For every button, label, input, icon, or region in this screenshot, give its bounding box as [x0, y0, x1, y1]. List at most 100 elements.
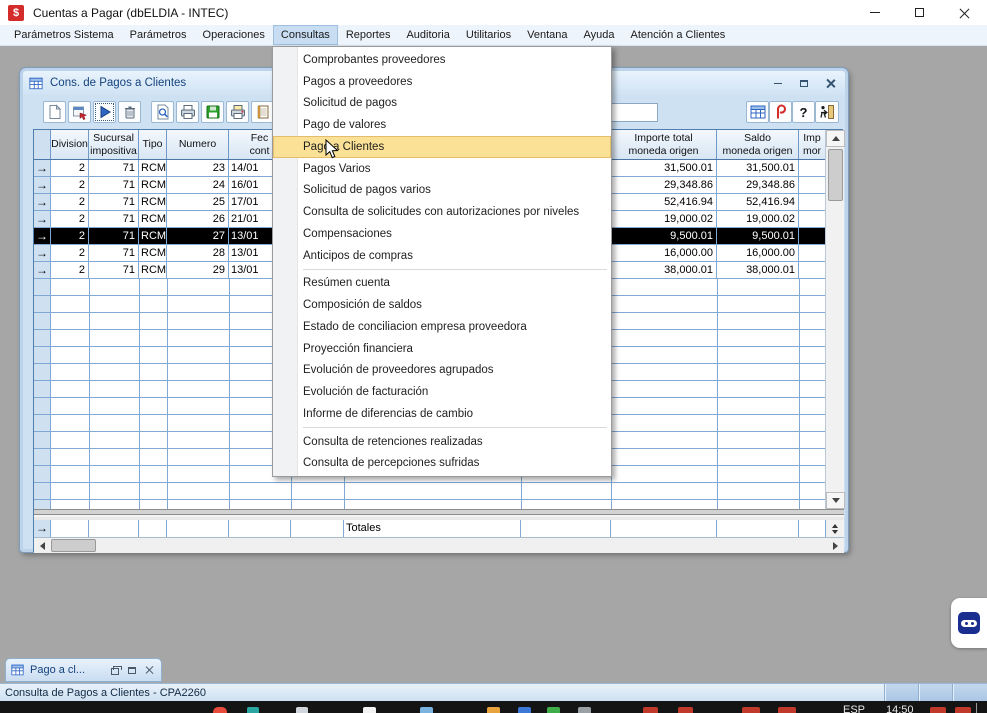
- dropdown-menu-item[interactable]: Solicitud de pagos varios: [273, 180, 611, 202]
- dropdown-menu-item[interactable]: Estado de conciliacion empresa proveedor…: [273, 316, 611, 338]
- column-header[interactable]: Numero: [167, 130, 229, 159]
- menu-bar-item[interactable]: Parámetros Sistema: [6, 25, 122, 45]
- totals-spinner[interactable]: [825, 520, 844, 537]
- taskbar-clock[interactable]: 14:50: [886, 704, 914, 713]
- menu-bar-item[interactable]: Consultas: [273, 25, 338, 45]
- taskbar-icon[interactable]: [363, 707, 376, 713]
- close-icon[interactable]: [145, 666, 153, 674]
- scroll-right-button[interactable]: [827, 538, 844, 553]
- arrow-marker-icon: →: [36, 263, 48, 277]
- taskbar-icon[interactable]: [213, 707, 227, 713]
- taskbar-icon[interactable]: [547, 707, 560, 713]
- dropdown-menu-item[interactable]: Evolución de facturación: [273, 381, 611, 403]
- dropdown-menu-item-label: Evolución de facturación: [303, 386, 428, 398]
- vertical-scrollbar[interactable]: [825, 130, 844, 509]
- dropdown-menu-item-label: Solicitud de pagos: [303, 97, 397, 109]
- scroll-up-button[interactable]: [826, 130, 845, 147]
- vertical-scroll-thumb[interactable]: [828, 149, 843, 201]
- teamviewer-panel-tab[interactable]: [951, 598, 987, 648]
- dropdown-menu-item[interactable]: Evolución de proveedores agrupados: [273, 360, 611, 382]
- dropdown-menu-item[interactable]: Pagos a proveedores: [273, 71, 611, 93]
- dropdown-menu-item-label: Consulta de solicitudes con autorizacion…: [303, 206, 579, 218]
- dropdown-menu-item[interactable]: Resúmen cuenta: [273, 273, 611, 295]
- help-button[interactable]: ?: [792, 101, 815, 123]
- column-header[interactable]: Division: [51, 130, 89, 159]
- taskbar-icon[interactable]: [678, 707, 693, 713]
- menu-bar-item[interactable]: Ayuda: [575, 25, 622, 45]
- column-header[interactable]: Imp mor: [799, 130, 825, 159]
- app-close-button[interactable]: [942, 0, 987, 25]
- menu-bar-item[interactable]: Atención a Clientes: [622, 25, 733, 45]
- dropdown-menu-item[interactable]: Composición de saldos: [273, 294, 611, 316]
- scroll-left-button[interactable]: [34, 538, 51, 553]
- print-setup-button[interactable]: [226, 101, 249, 123]
- taskbar-icon[interactable]: [296, 707, 308, 713]
- cell-numero: 26: [167, 211, 229, 227]
- menu-bar-item[interactable]: Ventana: [519, 25, 575, 45]
- taskbar-icon[interactable]: [643, 707, 658, 713]
- arrow-marker-icon: →: [36, 229, 48, 243]
- column-header[interactable]: Importe total moneda origen: [611, 130, 717, 159]
- dropdown-menu-item[interactable]: Pagos Varios: [273, 158, 611, 180]
- column-header[interactable]: [34, 130, 51, 159]
- restore-icon[interactable]: [111, 668, 119, 675]
- maximize-icon[interactable]: [128, 667, 136, 674]
- child-maximize-button[interactable]: [797, 76, 811, 90]
- menu-bar-item[interactable]: Reportes: [338, 25, 399, 45]
- taskbar-icon[interactable]: [420, 707, 433, 713]
- minimized-window[interactable]: Pago a cl...: [5, 658, 162, 682]
- dropdown-menu-item[interactable]: Proyección financiera: [273, 338, 611, 360]
- taskbar-icon[interactable]: [487, 707, 500, 713]
- dropdown-menu-item[interactable]: Pago a Clientes: [273, 136, 611, 158]
- column-header[interactable]: Saldo moneda origen: [717, 130, 799, 159]
- menu-bar-item[interactable]: Utilitarios: [458, 25, 519, 45]
- taskbar-icon[interactable]: [518, 707, 531, 713]
- scroll-down-button[interactable]: [826, 492, 845, 509]
- report-button[interactable]: [769, 101, 792, 123]
- dropdown-menu-item[interactable]: Consulta de retenciones realizadas: [273, 431, 611, 453]
- dropdown-menu-item[interactable]: Solicitud de pagos: [273, 93, 611, 115]
- grid-view-button[interactable]: [746, 101, 769, 123]
- save-button[interactable]: [201, 101, 224, 123]
- print-button[interactable]: [176, 101, 199, 123]
- taskbar-icon[interactable]: [742, 707, 760, 713]
- new-document-button[interactable]: [43, 101, 66, 123]
- menu-bar-item[interactable]: Auditoria: [398, 25, 457, 45]
- taskbar-icon[interactable]: [578, 707, 591, 713]
- cell-saldo: 19,000.02: [717, 211, 799, 227]
- dropdown-menu-item-label: Solicitud de pagos varios: [303, 184, 431, 196]
- status-segment: [919, 684, 953, 702]
- form-properties-button[interactable]: [68, 101, 91, 123]
- dropdown-menu-item[interactable]: Informe de diferencias de cambio: [273, 403, 611, 425]
- menu-bar-item[interactable]: Parámetros: [122, 25, 195, 45]
- print-preview-button[interactable]: [151, 101, 174, 123]
- dropdown-menu-item[interactable]: Pago de valores: [273, 114, 611, 136]
- app-minimize-button[interactable]: [852, 0, 897, 25]
- taskbar-icon[interactable]: [955, 707, 971, 713]
- column-header[interactable]: Sucursal impositiva: [89, 130, 139, 159]
- dropdown-menu-item[interactable]: Comprobantes proveedores: [273, 49, 611, 71]
- taskbar-language[interactable]: ESP: [843, 704, 865, 713]
- dropdown-menu-item[interactable]: Consulta de solicitudes con autorizacion…: [273, 201, 611, 223]
- menu-bar-item-label: Operaciones: [203, 29, 265, 41]
- horizontal-scroll-thumb[interactable]: [51, 539, 96, 552]
- column-header-label: Fec cont: [250, 132, 270, 156]
- taskbar-icon[interactable]: [778, 707, 796, 713]
- app-maximize-button[interactable]: [897, 0, 942, 25]
- delete-button[interactable]: [118, 101, 141, 123]
- audit-log-button[interactable]: [251, 101, 274, 123]
- horizontal-scrollbar[interactable]: [34, 537, 844, 553]
- child-close-button[interactable]: [823, 76, 837, 90]
- exit-button[interactable]: [815, 101, 839, 123]
- cell-tipo: RCM: [139, 194, 167, 210]
- column-header[interactable]: Tipo: [139, 130, 167, 159]
- dropdown-menu-item[interactable]: Consulta de percepciones sufridas: [273, 453, 611, 475]
- column-header-label: Tipo: [142, 138, 162, 150]
- menu-bar-item[interactable]: Operaciones: [195, 25, 273, 45]
- taskbar-icon[interactable]: [247, 707, 259, 713]
- dropdown-menu-item[interactable]: Compensaciones: [273, 223, 611, 245]
- dropdown-menu-item[interactable]: Anticipos de compras: [273, 245, 611, 267]
- run-query-button[interactable]: [93, 101, 116, 123]
- child-minimize-button[interactable]: [771, 76, 785, 90]
- taskbar-icon[interactable]: [930, 707, 946, 713]
